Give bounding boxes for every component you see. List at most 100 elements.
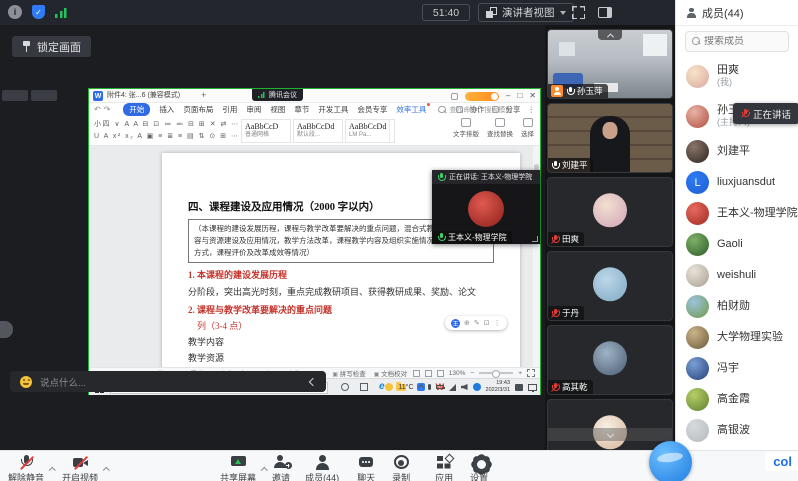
- wps-menu-item[interactable]: 审阅: [246, 104, 261, 115]
- member-row[interactable]: 高金霞: [676, 384, 798, 415]
- video-thumbnail[interactable]: 孙玉萍: [547, 29, 673, 99]
- wps-menu-item[interactable]: 会员专享: [357, 104, 387, 115]
- undo-redo-icons[interactable]: ↶↷: [94, 105, 113, 114]
- member-search[interactable]: [685, 31, 789, 52]
- member-search-input[interactable]: [704, 36, 782, 47]
- member-row[interactable]: 大学物理实验: [676, 322, 798, 353]
- wps-menu-item[interactable]: 章节: [294, 104, 309, 115]
- quick-chat-placeholder[interactable]: 说点什么...: [40, 375, 302, 389]
- tray-expand-icon[interactable]: [418, 384, 424, 390]
- member-row[interactable]: weishuli: [676, 260, 798, 291]
- expand-caret-icon[interactable]: [104, 458, 109, 476]
- toolbar-share[interactable]: 共享屏幕: [220, 454, 256, 481]
- video-thumbnail[interactable]: 刘建平: [547, 103, 673, 173]
- thumbnails-scroll-down[interactable]: [548, 428, 672, 441]
- wps-action[interactable]: 协作: [470, 104, 485, 115]
- network-icon[interactable]: [449, 384, 456, 391]
- style-preset[interactable]: AaBbCcD普通网格: [241, 119, 291, 143]
- zoom-in-button[interactable]: +: [518, 370, 522, 377]
- volume-icon[interactable]: [461, 384, 468, 390]
- security-shield-icon[interactable]: ✓: [32, 5, 45, 19]
- zoom-slider[interactable]: [479, 372, 513, 374]
- toolbar-record[interactable]: 录制: [392, 454, 410, 481]
- collab-more-icon[interactable]: ⋮: [494, 319, 501, 327]
- lock-view-button[interactable]: 锁定画面: [12, 36, 91, 57]
- wps-menu-item[interactable]: 页面布局: [183, 104, 213, 115]
- resize-handle[interactable]: [532, 236, 538, 242]
- member-row[interactable]: 刘建平: [676, 136, 798, 167]
- zoom-out-button[interactable]: −: [470, 370, 474, 377]
- video-thumbnail[interactable]: [547, 399, 673, 450]
- video-thumbnail[interactable]: 于丹: [547, 251, 673, 321]
- wps-menu-item[interactable]: 插入: [159, 104, 174, 115]
- minimize-button[interactable]: –: [506, 91, 510, 101]
- wps-action[interactable]: 分享: [506, 104, 521, 115]
- member-row[interactable]: Lliuxjuansdut: [676, 167, 798, 198]
- view-mode-button[interactable]: 演讲者视图: [478, 3, 574, 22]
- toolbar-invite[interactable]: 邀请: [272, 454, 290, 481]
- floating-logo-orb[interactable]: [649, 441, 692, 481]
- edge-browser-icon[interactable]: e: [379, 382, 385, 392]
- meeting-indicator-chip[interactable]: 腾讯会议: [252, 89, 303, 101]
- toolbar-members[interactable]: 成员(44): [305, 454, 339, 481]
- active-speaker-popup[interactable]: 正在讲话: 王本义-物理学院 王本义-物理学院: [432, 170, 540, 244]
- collaboration-toolbar[interactable]: 王 ⊕ ✎ ⊡ ⋮: [445, 316, 507, 330]
- ribbon-button[interactable]: 选择: [521, 118, 534, 138]
- member-row[interactable]: 王本义-物理学院: [676, 198, 798, 229]
- bluetooth-icon[interactable]: [473, 383, 481, 391]
- toolbar-settings[interactable]: 设置: [470, 454, 488, 481]
- collab-box-icon[interactable]: ⊡: [484, 319, 490, 327]
- wps-menu-item[interactable]: 开始: [123, 103, 150, 116]
- collab-edit-icon[interactable]: ✎: [474, 319, 480, 327]
- toolbar-mute[interactable]: 解除静音: [8, 454, 44, 481]
- quick-chat-bar[interactable]: 说点什么...: [10, 371, 326, 392]
- thumbnails-scroll-up[interactable]: [598, 30, 622, 40]
- toolbar-apps[interactable]: 应用: [435, 454, 453, 481]
- toolbar-video[interactable]: 开启视频: [62, 454, 98, 481]
- expand-caret-icon[interactable]: [262, 458, 267, 476]
- collab-add-icon[interactable]: ⊕: [464, 319, 470, 327]
- weather-icon[interactable]: [385, 383, 393, 391]
- video-thumbnail[interactable]: 高其乾: [547, 325, 673, 395]
- info-icon[interactable]: i: [8, 5, 22, 19]
- view-mode-icon[interactable]: [425, 370, 432, 377]
- new-tab-button[interactable]: +: [201, 90, 206, 100]
- mic-tray-icon[interactable]: [428, 384, 431, 390]
- ribbon-button[interactable]: 查找替换: [487, 118, 513, 138]
- member-row[interactable]: 高银波: [676, 415, 798, 446]
- close-button[interactable]: ✕: [529, 91, 536, 101]
- view-mode-icon[interactable]: [413, 370, 420, 377]
- style-preset[interactable]: AaBbCcDd默认段...: [293, 119, 343, 143]
- member-row[interactable]: Gaoli: [676, 229, 798, 260]
- wps-menu-item[interactable]: 引用: [222, 104, 237, 115]
- ribbon-icons-row2[interactable]: U A x² x₂ A ▣ ≡ ≣ ≡ ▤ ⇅ ⊙ ⊞ ⋯: [94, 132, 240, 140]
- view-mode-icon[interactable]: [437, 370, 444, 377]
- clock[interactable]: 19:43 2022/3/31: [486, 380, 510, 394]
- video-thumbnail[interactable]: 田爽: [547, 177, 673, 247]
- speaker-device-icon[interactable]: [515, 384, 523, 391]
- ribbon-icons-row1[interactable]: 小四 ∨ A A ⊟ ⊡ ≔ ≕ ⊟ ⊞ ✕ ⇄ ⋯: [94, 119, 240, 129]
- member-row[interactable]: 冯宇: [676, 353, 798, 384]
- wps-menu-item[interactable]: 视图: [270, 104, 285, 115]
- task-view-icon[interactable]: [360, 383, 368, 391]
- temperature[interactable]: 11°C: [398, 384, 413, 391]
- more-icon[interactable]: ⋮: [528, 105, 536, 114]
- side-panel-handle[interactable]: [0, 321, 13, 338]
- fullscreen-icon[interactable]: [572, 6, 585, 19]
- battery-icon[interactable]: [436, 385, 444, 390]
- member-row[interactable]: 田爽(我): [676, 56, 798, 96]
- font-size-box[interactable]: 小四: [94, 121, 111, 128]
- expand-caret-icon[interactable]: [50, 458, 55, 476]
- layout-switch-icon[interactable]: [451, 93, 458, 100]
- document-tab[interactable]: 附件4: 张...6 (兼容模式): [107, 90, 180, 100]
- toolbar-chat[interactable]: 聊天: [357, 454, 375, 481]
- emoji-icon[interactable]: [20, 376, 32, 388]
- cortana-icon[interactable]: [341, 383, 349, 391]
- ribbon-button[interactable]: 文字排版: [453, 118, 479, 138]
- wps-menu-item[interactable]: 开发工具: [318, 104, 348, 115]
- vip-membership-pill[interactable]: [465, 92, 499, 101]
- collapse-left-icon[interactable]: [309, 377, 317, 385]
- member-row[interactable]: 柏财勋: [676, 291, 798, 322]
- maximize-button[interactable]: □: [517, 91, 522, 101]
- style-preset[interactable]: AaBbCcDdLM Pa...: [345, 119, 395, 143]
